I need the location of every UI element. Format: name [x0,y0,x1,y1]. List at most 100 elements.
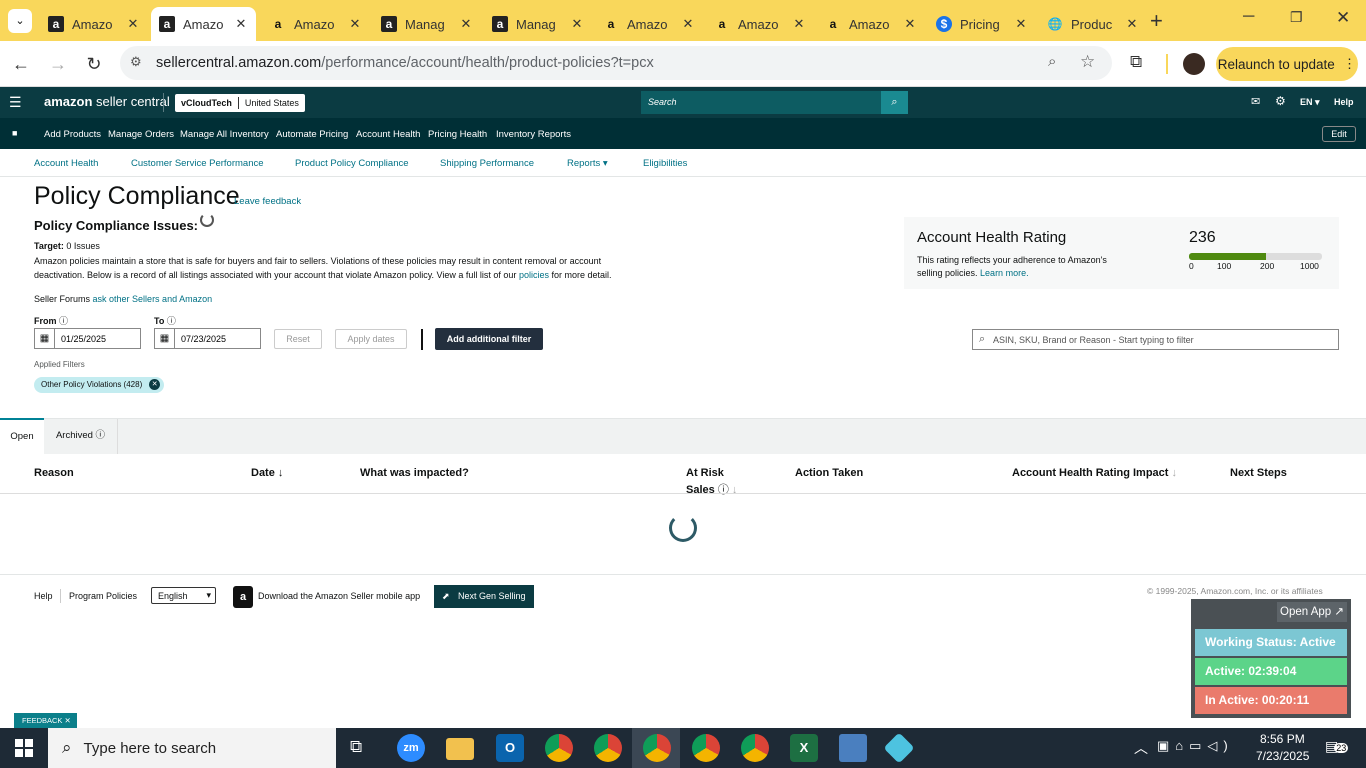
zoom-icon[interactable]: ⌕ [1048,53,1056,70]
menu-automate-pricing[interactable]: Automate Pricing [276,129,348,140]
clock-date[interactable]: 7/23/2025 [1256,749,1309,763]
subnav-product-policy[interactable]: Product Policy Compliance [295,158,409,169]
outlook-icon[interactable]: O [496,734,524,762]
bookmark-icon[interactable]: ■ [12,128,17,138]
col-date[interactable]: Date ↓ [251,467,283,479]
chrome-icon[interactable] [643,734,671,762]
program-policies-link[interactable]: Program Policies [69,591,137,601]
learn-more-link[interactable]: Learn more. [980,268,1029,278]
close-icon[interactable]: ✕ [681,16,695,32]
language-selector[interactable]: EN ▾ [1300,97,1320,108]
footer-help-link[interactable]: Help [34,591,53,601]
restore-icon[interactable]: ❐ [1290,9,1303,26]
menu-manage-orders[interactable]: Manage Orders [108,129,174,140]
relaunch-button[interactable]: Relaunch to update ⋮ [1216,47,1358,81]
menu-pricing-health[interactable]: Pricing Health [428,129,487,140]
url-bar[interactable]: ⚙ sellercentral.amazon.com/performance/a… [120,46,1112,80]
subnav-account-health[interactable]: Account Health [34,158,98,169]
close-icon[interactable]: ✕ [792,16,806,32]
help-icon[interactable]: ⓘ [718,484,729,496]
menu-add-products[interactable]: Add Products [44,129,101,140]
menu-account-health[interactable]: Account Health [356,129,420,140]
policies-link[interactable]: policies [519,270,549,280]
to-date-input[interactable] [174,328,261,349]
ask-sellers-link[interactable]: ask other Sellers and Amazon [93,294,213,304]
tray-chevron-icon[interactable]: ︿ [1134,738,1148,758]
minimize-icon[interactable]: ─ [1243,8,1254,26]
account-switcher[interactable]: vCloudTech United States [175,94,305,112]
calculator-icon[interactable] [839,734,867,762]
browser-tab-active[interactable]: a Amazo ✕ [151,7,256,41]
add-filter-button[interactable]: Add additional filter [435,328,543,350]
browser-tab[interactable]: a Manag ✕ [484,7,592,41]
tab-open[interactable]: Open [0,418,44,455]
browser-tab[interactable]: a Amazo ✕ [817,7,925,41]
browser-tab[interactable]: a Amazo ✕ [706,7,814,41]
seller-central-logo[interactable]: amazon seller central [44,94,170,109]
reload-icon[interactable]: ↻ [81,51,107,77]
forward-icon[interactable]: → [45,51,71,77]
calendar-icon[interactable]: ▦ [154,328,175,349]
close-icon[interactable]: ✕ [570,16,584,32]
browser-tab[interactable]: a Amazo ✕ [595,7,703,41]
search-icon[interactable]: ⌕ [881,91,908,114]
app-icon[interactable] [883,732,915,764]
close-icon[interactable]: ✕ [1125,16,1139,32]
site-settings-icon[interactable]: ⚙ [130,54,142,70]
mail-icon[interactable]: ✉ [1251,95,1260,108]
chrome-icon[interactable] [741,734,769,762]
close-icon[interactable]: ✕ [348,16,362,32]
feedback-tab[interactable]: FEEDBACK ✕ [14,713,77,728]
close-icon[interactable]: ✕ [903,16,917,32]
close-icon[interactable]: ✕ [65,716,71,725]
info-icon[interactable]: ⓘ [167,316,176,326]
help-link[interactable]: Help [1334,97,1354,107]
next-gen-selling-button[interactable]: ⬈ Next Gen Selling [434,585,534,608]
search-input[interactable]: Search [641,91,882,114]
tab-search-button[interactable]: ⌄ [8,9,32,33]
reset-button[interactable]: Reset [274,329,322,349]
chrome-icon[interactable] [594,734,622,762]
subnav-customer-service[interactable]: Customer Service Performance [131,158,264,169]
close-window-icon[interactable]: ✕ [1336,8,1350,28]
chrome-icon[interactable] [692,734,720,762]
apply-dates-button[interactable]: Apply dates [335,329,407,349]
close-icon[interactable]: ✕ [126,16,140,32]
close-icon[interactable]: ✕ [234,16,248,32]
edit-button[interactable]: Edit [1322,126,1356,142]
tab-archived[interactable]: Archived ⓘ [44,419,118,454]
zoom-app-icon[interactable]: zm [397,734,425,762]
leave-feedback-link[interactable]: Leave feedback [234,196,301,207]
browser-tab[interactable]: a Manag ✕ [373,7,481,41]
remove-filter-icon[interactable]: ✕ [149,379,161,390]
taskbar-search-input[interactable]: ⌕ Type here to search [48,728,336,768]
filter-chip[interactable]: Other Policy Violations (428) ✕ [34,377,165,393]
profile-avatar[interactable] [1183,53,1205,75]
browser-tab[interactable]: 🌐 Produc ✕ [1039,7,1147,41]
help-icon[interactable]: ⓘ [96,430,106,441]
subnav-eligibilities[interactable]: Eligibilities [643,158,687,169]
close-icon[interactable]: ✕ [1014,16,1028,32]
task-view-icon[interactable]: ⧉ [350,737,362,757]
windows-start-icon[interactable] [15,739,33,757]
file-explorer-icon[interactable] [446,738,474,760]
notification-icon[interactable]: ▤23 [1325,738,1349,755]
more-menu-icon[interactable]: ⋮ [1343,56,1357,72]
chrome-icon[interactable] [545,734,573,762]
calendar-icon[interactable]: ▦ [34,328,55,349]
menu-inventory-reports[interactable]: Inventory Reports [496,129,571,140]
tray-icons[interactable]: ▣⌂▭◁) [1157,738,1234,754]
gear-icon[interactable]: ⚙ [1275,94,1286,108]
extensions-icon[interactable]: ⧉ [1130,52,1142,72]
close-icon[interactable]: ✕ [459,16,473,32]
language-select[interactable]: English ▾ [151,587,216,604]
from-date-input[interactable] [54,328,141,349]
bookmark-star-icon[interactable]: ☆ [1080,52,1095,72]
open-app-button[interactable]: Open App ↗ [1277,602,1347,622]
browser-tab[interactable]: a Amazo ✕ [40,7,148,41]
excel-icon[interactable]: X [790,734,818,762]
back-icon[interactable]: ← [8,51,34,77]
hamburger-menu-icon[interactable]: ☰ [9,94,22,111]
filter-input[interactable]: ⌕ ASIN, SKU, Brand or Reason - Start typ… [972,329,1339,350]
clock-time[interactable]: 8:56 PM [1260,732,1305,746]
